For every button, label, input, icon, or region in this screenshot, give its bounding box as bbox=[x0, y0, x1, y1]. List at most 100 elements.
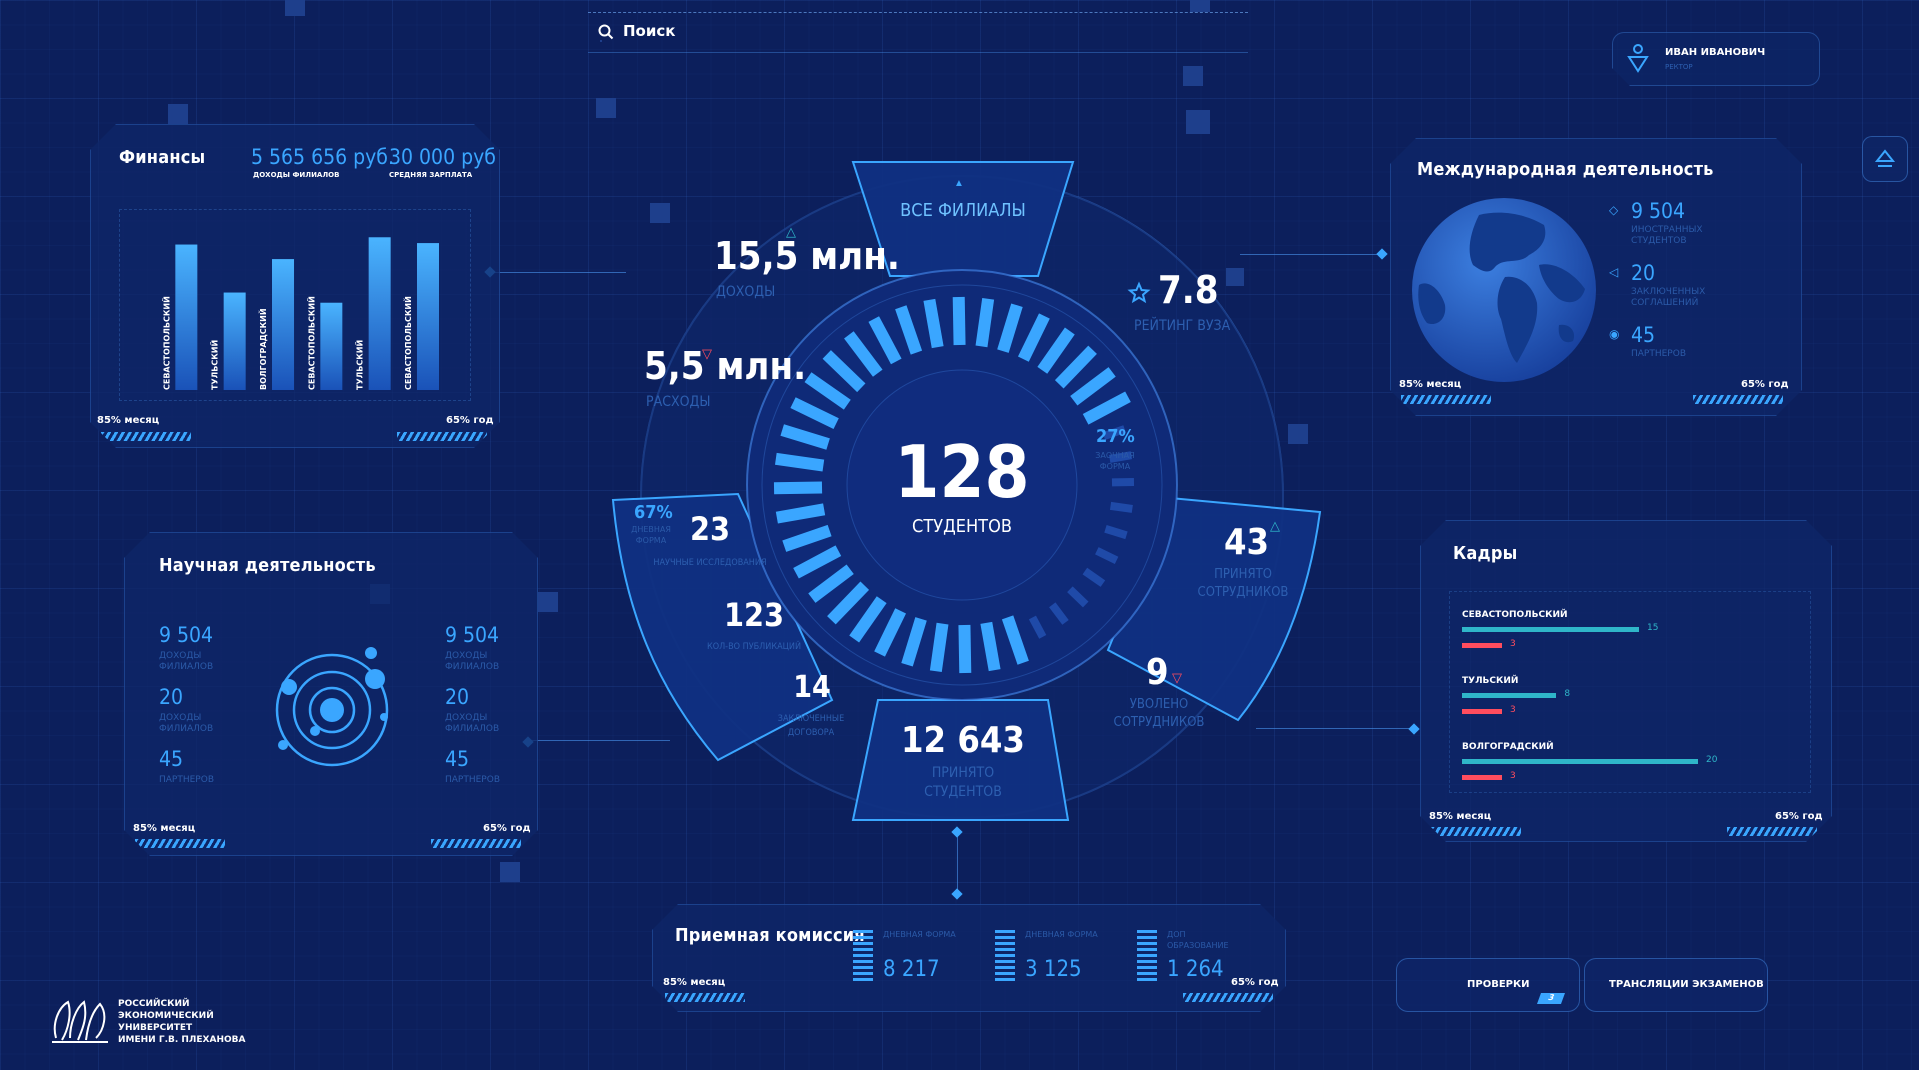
publications-label: КОЛ-ВО ПУБЛИКАЦИЙ bbox=[706, 642, 802, 652]
bar-category-label: СЕВАСТОПОЛЬСКИЙ bbox=[305, 296, 316, 390]
dial-tick bbox=[952, 296, 966, 346]
stat-value: 20 bbox=[159, 685, 184, 709]
staff-bar-primary bbox=[1462, 693, 1556, 698]
logo-text-line: РОССИЙСКИЙ bbox=[118, 999, 190, 1009]
deco-square bbox=[1183, 66, 1203, 86]
deco-square bbox=[285, 0, 305, 16]
star-icon bbox=[1127, 281, 1151, 304]
science-stats-right: 9 504 ДОХОДЫ ФИЛИАЛОВ 20 ДОХОДЫ ФИЛИАЛОВ 45 П… bbox=[445, 623, 535, 823]
logo-text-line: ИМЕНИ Г.В. ПЛЕХАНОВА bbox=[118, 1035, 246, 1045]
panel-title: Кадры bbox=[1453, 543, 1518, 564]
staff-panel: Кадры СЕВАСТОПОЛЬСКИЙ 15 3 ТУЛЬСКИЙ 8 3 ВОЛГОГ… bbox=[1420, 520, 1832, 842]
dial-tick bbox=[975, 297, 995, 348]
admission-item-value: 3 125 bbox=[1025, 957, 1082, 982]
progress-stripes bbox=[397, 432, 487, 441]
bar-category-label: ТУЛЬСКИЙ bbox=[209, 340, 220, 390]
rating-value: 7.8 bbox=[1158, 268, 1219, 312]
progress-stripes bbox=[1183, 993, 1273, 1002]
logo-text-line: УНИВЕРСИТЕТ bbox=[118, 1023, 193, 1033]
students-count: 128 bbox=[894, 430, 1030, 514]
progress-stripes bbox=[1727, 827, 1817, 836]
foot-right-label: 65% год bbox=[483, 823, 531, 834]
staff-bar-secondary bbox=[1462, 709, 1502, 714]
all-branches-button[interactable]: ВСЕ ФИЛИАЛЫ bbox=[898, 200, 1028, 221]
admission-item-value: 8 217 bbox=[883, 957, 940, 982]
foot-left-label: 85% месяц bbox=[663, 977, 726, 988]
dial-tick bbox=[958, 624, 972, 674]
foot-left-label: 85% месяц bbox=[1429, 811, 1492, 822]
deco-square bbox=[538, 592, 558, 612]
staff-branch-name: СЕВАСТОПОЛЬСКИЙ bbox=[1462, 610, 1568, 620]
staff-branch-name: ТУЛЬСКИЙ bbox=[1462, 676, 1519, 686]
admission-item-value: 1 264 bbox=[1167, 957, 1224, 982]
contracts-value: 14 bbox=[793, 670, 831, 705]
atom-icon bbox=[267, 645, 397, 775]
user-role: РЕКТОР bbox=[1665, 63, 1693, 71]
dial-tick bbox=[929, 622, 949, 673]
stat-label: ЗАКЛЮЧЕННЫХ СОГЛАШЕНИЙ bbox=[1631, 287, 1706, 308]
students-label: СТУДЕНТОВ bbox=[912, 516, 1012, 537]
finance-salary-value: 30 000 руб bbox=[389, 145, 496, 169]
level-bars-icon bbox=[995, 929, 1015, 981]
staff-bar-secondary bbox=[1462, 643, 1502, 648]
staff-bar-secondary bbox=[1462, 775, 1502, 780]
bar-category-label: СЕВАСТОПОЛЬСКИЙ bbox=[402, 296, 413, 390]
income-label: ДОХОДЫ bbox=[716, 284, 776, 300]
admitted-students-label: ПРИНЯТО СТУДЕНТОВ bbox=[924, 765, 1002, 800]
stat-value: 9 504 bbox=[1631, 199, 1686, 223]
panel-title: Научная деятельность bbox=[159, 555, 376, 576]
bar bbox=[320, 303, 342, 390]
stat-value: 20 bbox=[445, 685, 470, 709]
progress-stripes bbox=[101, 432, 191, 441]
finance-income-label: ДОХОДЫ ФИЛИАЛОВ bbox=[253, 171, 340, 179]
staff-bar-secondary-value: 3 bbox=[1510, 639, 1516, 649]
bullet-icon: ◉ bbox=[1609, 327, 1620, 341]
chart-area: СЕВАСТОПОЛЬСКИЙ ТУЛЬСКИЙ ВОЛГОГРАДСКИЙ СЕВА… bbox=[119, 209, 471, 401]
bar-category-label: СЕВАСТОПОЛЬСКИЙ bbox=[160, 296, 171, 390]
staff-branch-name: ВОЛГОГРАДСКИЙ bbox=[1462, 742, 1554, 752]
foot-right-label: 65% год bbox=[1775, 811, 1823, 822]
checks-label: ПРОВЕРКИ bbox=[1467, 979, 1530, 990]
foot-left-label: 85% месяц bbox=[133, 823, 196, 834]
dial-tick bbox=[980, 621, 1001, 672]
logo-emblem-icon bbox=[52, 1000, 108, 1043]
day-form-label: ДНЕВНАЯ ФОРМА bbox=[631, 525, 671, 545]
stat-value: 20 bbox=[1631, 261, 1656, 285]
research-value: 23 bbox=[689, 510, 731, 548]
level-bars-icon bbox=[853, 929, 873, 981]
dial-tick bbox=[923, 298, 944, 349]
user-name: ИВАН ИВАНОВИЧ bbox=[1665, 47, 1766, 58]
stat-label: ИНОСТРАННЫХ СТУДЕНТОВ bbox=[1631, 225, 1703, 246]
hired-staff-label: ПРИНЯТО СОТРУДНИКОВ bbox=[1197, 567, 1289, 600]
exam-streams-button[interactable]: ТРАНСЛЯЦИИ ЭКЗАМЕНОВ bbox=[1584, 958, 1768, 1012]
foot-right-label: 65% год bbox=[446, 415, 494, 426]
panel-title: Приемная комиссия bbox=[675, 925, 865, 946]
bar-category-label: ТУЛЬСКИЙ bbox=[354, 340, 365, 390]
bullet-icon: ◇ bbox=[1609, 203, 1619, 217]
dial-tick bbox=[775, 503, 826, 524]
admission-item-label: ДОП ОБРАЗОВАНИЕ bbox=[1167, 930, 1229, 950]
checks-button[interactable]: ПРОВЕРКИ 3 bbox=[1396, 958, 1580, 1012]
search-input[interactable]: Поиск bbox=[623, 22, 675, 40]
progress-stripes bbox=[665, 993, 745, 1002]
international-stats: ◇ 9 504 ИНОСТРАННЫХ СТУДЕНТОВ ◁ 20 ЗАКЛЮЧЕННЫ… bbox=[1609, 199, 1789, 379]
user-icon bbox=[1627, 43, 1649, 73]
exam-streams-label: ТРАНСЛЯЦИИ ЭКЗАМЕНОВ bbox=[1609, 979, 1764, 990]
panel-title: Финансы bbox=[119, 147, 206, 168]
staff-bar-primary bbox=[1462, 627, 1639, 632]
progress-stripes bbox=[1431, 827, 1521, 836]
staff-bar-primary-value: 20 bbox=[1706, 755, 1718, 765]
up-arrow-icon bbox=[1874, 149, 1896, 167]
logo-text: РОССИЙСКИЙ ЭКОНОМИЧЕСКИЙ УНИВЕРСИТЕТ ИМЕНИ … bbox=[118, 998, 288, 1046]
dial-tick bbox=[774, 452, 825, 472]
publications-value: 123 bbox=[723, 596, 785, 634]
science-panel: Научная деятельность 9 504 ДОХОДЫ ФИЛИАЛО… bbox=[124, 532, 538, 856]
progress-stripes bbox=[1693, 395, 1783, 404]
user-profile[interactable]: ИВАН ИВАНОВИЧ РЕКТОР bbox=[1612, 32, 1820, 86]
progress-stripes bbox=[135, 839, 225, 848]
central-dial: ▲ ВСЕ ФИЛИАЛЫ 128 СТУДЕНТОВ 67% ДНЕВНАЯ … bbox=[598, 140, 1326, 840]
dial-tick bbox=[773, 481, 823, 495]
collapse-button[interactable] bbox=[1862, 136, 1908, 182]
search-bar[interactable]: Поиск bbox=[588, 4, 1248, 53]
finance-panel: Финансы 5 565 656 руб. ДОХОДЫ ФИЛИАЛОВ 3… bbox=[90, 124, 500, 448]
